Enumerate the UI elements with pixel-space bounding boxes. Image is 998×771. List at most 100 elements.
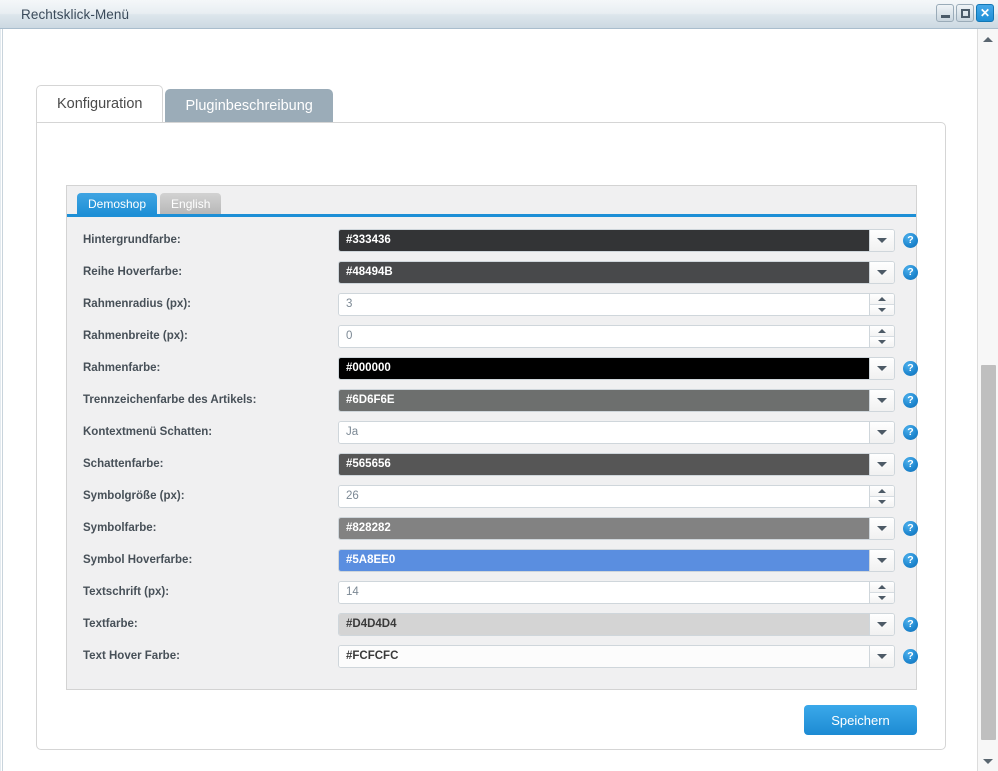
field-label: Symbolfarbe: xyxy=(83,522,157,534)
inner-tabstrip: Demoshop English xyxy=(77,191,221,215)
form-row: Hintergrundfarbe:#333436? xyxy=(67,224,916,256)
help-icon[interactable]: ? xyxy=(903,553,918,568)
number-input[interactable]: 3 xyxy=(338,293,895,316)
chevron-down-icon xyxy=(877,622,887,627)
dropdown-toggle-button[interactable] xyxy=(869,614,894,635)
triangle-down-icon xyxy=(878,340,886,344)
number-input[interactable]: 0 xyxy=(338,325,895,348)
help-icon[interactable]: ? xyxy=(903,393,918,408)
field-label: Textfarbe: xyxy=(83,618,138,630)
form-row: Trennzeichenfarbe des Artikels: #6D6F6E? xyxy=(67,384,916,416)
color-input[interactable]: #6D6F6E xyxy=(338,389,895,412)
spinner-decrement-button[interactable] xyxy=(870,337,894,347)
dropdown-toggle-button[interactable] xyxy=(869,358,894,379)
field-value[interactable]: 26 xyxy=(339,486,869,507)
field-value[interactable]: Ja xyxy=(339,422,869,443)
chevron-down-icon xyxy=(877,270,887,275)
form-row: Reihe Hoverfarbe: #48494B? xyxy=(67,256,916,288)
help-icon[interactable]: ? xyxy=(903,361,918,376)
field-value[interactable]: #5A8EE0 xyxy=(339,550,869,571)
dropdown-toggle-button[interactable] xyxy=(869,646,894,667)
tab-konfiguration[interactable]: Konfiguration xyxy=(36,85,163,122)
field-value[interactable]: #565656 xyxy=(339,454,869,475)
spinner[interactable] xyxy=(869,294,894,315)
field-value[interactable]: #D4D4D4 xyxy=(339,614,869,635)
form-row: Kontextmenü Schatten: Ja? xyxy=(67,416,916,448)
minimize-button[interactable] xyxy=(936,4,954,22)
tab-pluginbeschreibung-label: Pluginbeschreibung xyxy=(185,98,312,114)
help-icon[interactable]: ? xyxy=(903,265,918,280)
color-input[interactable]: #333436 xyxy=(338,229,895,252)
configuration-card: Demoshop English Hintergrundfarbe:#33343… xyxy=(36,122,946,750)
chevron-up-icon xyxy=(983,37,993,42)
field-value[interactable]: #48494B xyxy=(339,262,869,283)
color-input[interactable]: #565656 xyxy=(338,453,895,476)
field-value[interactable]: #000000 xyxy=(339,358,869,379)
close-button[interactable]: ✕ xyxy=(976,4,994,22)
window-title: Rechtsklick-Menü xyxy=(21,7,129,22)
color-input[interactable]: #D4D4D4 xyxy=(338,613,895,636)
scroll-up-button[interactable] xyxy=(978,30,998,48)
spinner-increment-button[interactable] xyxy=(870,326,894,337)
chevron-down-icon xyxy=(877,462,887,467)
help-icon[interactable]: ? xyxy=(903,649,918,664)
field-value[interactable]: #828282 xyxy=(339,518,869,539)
triangle-down-icon xyxy=(878,308,886,312)
number-input[interactable]: 26 xyxy=(338,485,895,508)
close-icon: ✕ xyxy=(980,7,990,19)
spinner[interactable] xyxy=(869,582,894,603)
select-input[interactable]: Ja xyxy=(338,421,895,444)
spinner-decrement-button[interactable] xyxy=(870,305,894,315)
dropdown-toggle-button[interactable] xyxy=(869,422,894,443)
maximize-button[interactable] xyxy=(956,4,974,22)
tab-english[interactable]: English xyxy=(160,193,221,215)
dropdown-toggle-button[interactable] xyxy=(869,454,894,475)
scroll-down-button[interactable] xyxy=(978,752,998,770)
spinner-decrement-button[interactable] xyxy=(870,497,894,507)
dropdown-toggle-button[interactable] xyxy=(869,262,894,283)
dropdown-toggle-button[interactable] xyxy=(869,550,894,571)
help-icon[interactable]: ? xyxy=(903,457,918,472)
help-icon[interactable]: ? xyxy=(903,233,918,248)
help-icon[interactable]: ? xyxy=(903,521,918,536)
dropdown-toggle-button[interactable] xyxy=(869,518,894,539)
spinner-increment-button[interactable] xyxy=(870,582,894,593)
number-input[interactable]: 14 xyxy=(338,581,895,604)
field-label: Reihe Hoverfarbe: xyxy=(83,266,182,278)
field-value[interactable]: 0 xyxy=(339,326,869,347)
field-label: Trennzeichenfarbe des Artikels: xyxy=(83,394,256,406)
scrollbar-thumb[interactable] xyxy=(981,365,996,740)
field-value[interactable]: #6D6F6E xyxy=(339,390,869,411)
form-row: Textschrift (px): 14 xyxy=(67,576,916,608)
spinner-increment-button[interactable] xyxy=(870,294,894,305)
dropdown-toggle-button[interactable] xyxy=(869,230,894,251)
field-label: Symbolgröße (px): xyxy=(83,490,185,502)
spinner[interactable] xyxy=(869,486,894,507)
tab-demoshop[interactable]: Demoshop xyxy=(77,193,157,215)
triangle-up-icon xyxy=(878,297,886,301)
triangle-up-icon xyxy=(878,329,886,333)
spinner[interactable] xyxy=(869,326,894,347)
color-input[interactable]: #48494B xyxy=(338,261,895,284)
dropdown-toggle-button[interactable] xyxy=(869,390,894,411)
field-value[interactable]: #333436 xyxy=(339,230,869,251)
color-input[interactable]: #FCFCFC xyxy=(338,645,895,668)
field-label: Symbol Hoverfarbe: xyxy=(83,554,192,566)
color-input[interactable]: #000000 xyxy=(338,357,895,380)
form-row: Symbol Hoverfarbe: #5A8EE0? xyxy=(67,544,916,576)
chevron-down-icon xyxy=(877,238,887,243)
save-button[interactable]: Speichern xyxy=(804,705,917,735)
color-input[interactable]: #5A8EE0 xyxy=(338,549,895,572)
field-label: Textschrift (px): xyxy=(83,586,169,598)
field-value[interactable]: #FCFCFC xyxy=(339,646,869,667)
tab-pluginbeschreibung[interactable]: Pluginbeschreibung xyxy=(165,89,332,122)
help-icon[interactable]: ? xyxy=(903,425,918,440)
field-value[interactable]: 14 xyxy=(339,582,869,603)
field-value[interactable]: 3 xyxy=(339,294,869,315)
help-icon[interactable]: ? xyxy=(903,617,918,632)
spinner-decrement-button[interactable] xyxy=(870,593,894,603)
color-input[interactable]: #828282 xyxy=(338,517,895,540)
spinner-increment-button[interactable] xyxy=(870,486,894,497)
field-label: Kontextmenü Schatten: xyxy=(83,426,212,438)
vertical-scrollbar[interactable] xyxy=(977,29,998,771)
